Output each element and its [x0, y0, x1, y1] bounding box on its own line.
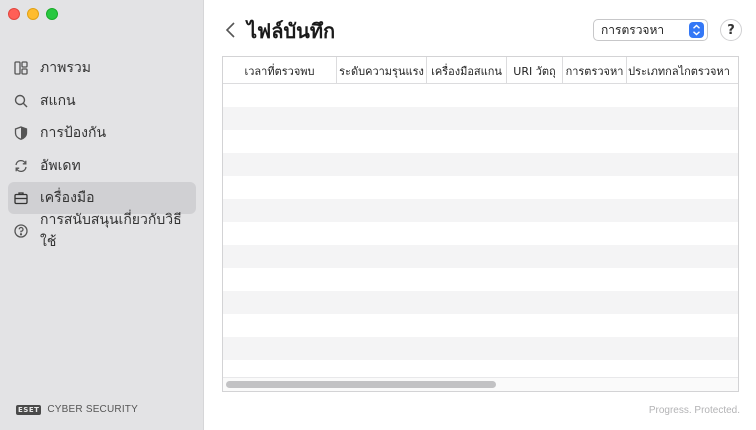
log-type-select[interactable]: การตรวจหา [593, 19, 708, 41]
help-circle-icon [14, 223, 28, 238]
column-header-scanner[interactable]: เครื่องมือสแกน [427, 57, 507, 84]
table-header: เวลาที่ตรวจพบ ระดับความรุนแรง เครื่องมือ… [223, 57, 738, 84]
sidebar-item-label: อัพเดท [40, 157, 81, 174]
sidebar-item-update[interactable]: อัพเดท [8, 150, 196, 182]
table-row [223, 245, 738, 268]
sidebar-item-overview[interactable]: ภาพรวม [8, 52, 196, 84]
briefcase-icon [14, 192, 28, 205]
sidebar-item-help[interactable]: การสนับสนุนเกี่ยวกับวิธีใช้ [8, 212, 196, 250]
column-header-detection-engine-type[interactable]: ประเภทกลไกตรวจหา [627, 57, 731, 84]
log-type-select-value: การตรวจหา [601, 22, 665, 37]
sidebar-item-label: เครื่องมือ [40, 190, 95, 206]
column-header-detection[interactable]: การตรวจหา [563, 57, 627, 84]
search-icon [14, 94, 28, 107]
brand: ESET CYBER SECURITY [16, 404, 138, 415]
brand-name: CYBER SECURITY [47, 404, 138, 415]
select-arrows-icon [689, 22, 704, 38]
table-row [223, 199, 738, 222]
sidebar-item-label: สแกน [40, 92, 76, 109]
main-content: ไฟล์บันทึก การตรวจหา ? เวลาที่ตรวจพบ ระด… [205, 0, 756, 430]
eset-logo: ESET [16, 404, 42, 415]
table-row [223, 268, 738, 291]
shield-icon [14, 126, 28, 140]
column-header-detected-time[interactable]: เวลาที่ตรวจพบ [223, 57, 337, 84]
table-row [223, 176, 738, 199]
horizontal-scroll-track [223, 377, 738, 391]
sidebar-item-protection[interactable]: การป้องกัน [8, 117, 196, 149]
help-button[interactable]: ? [720, 19, 742, 41]
table-row [223, 291, 738, 314]
table-row [223, 337, 738, 360]
window-controls [8, 8, 58, 20]
sidebar-item-label: การสนับสนุนเกี่ยวกับวิธีใช้ [40, 211, 182, 250]
page-title: ไฟล์บันทึก [247, 19, 336, 43]
table-row [223, 130, 738, 153]
refresh-icon [15, 159, 27, 172]
sidebar: ภาพรวม สแกน การป้องกัน อัพเดท เครื่องมือ… [0, 0, 204, 430]
log-table: เวลาที่ตรวจพบ ระดับความรุนแรง เครื่องมือ… [222, 56, 739, 392]
table-row [223, 153, 738, 176]
sidebar-item-scan[interactable]: สแกน [8, 85, 196, 117]
overview-icon [14, 61, 28, 75]
sidebar-item-label: ภาพรวม [40, 60, 91, 76]
table-row [223, 107, 738, 130]
table-row [223, 84, 738, 107]
horizontal-scrollbar[interactable] [226, 381, 496, 388]
column-header-severity[interactable]: ระดับความรุนแรง [337, 57, 427, 84]
minimize-window-button[interactable] [27, 8, 39, 20]
column-header-object-uri[interactable]: URI วัตถุ [507, 57, 563, 84]
table-row [223, 222, 738, 245]
maximize-window-button[interactable] [46, 8, 58, 20]
chevron-left-icon[interactable] [223, 20, 239, 40]
close-window-button[interactable] [8, 8, 20, 20]
sidebar-nav: ภาพรวม สแกน การป้องกัน อัพเดท เครื่องมือ… [8, 52, 196, 250]
table-row [223, 314, 738, 337]
tagline: Progress. Protected. [648, 405, 740, 416]
sidebar-item-label: การป้องกัน [40, 125, 107, 141]
table-body [223, 84, 738, 383]
